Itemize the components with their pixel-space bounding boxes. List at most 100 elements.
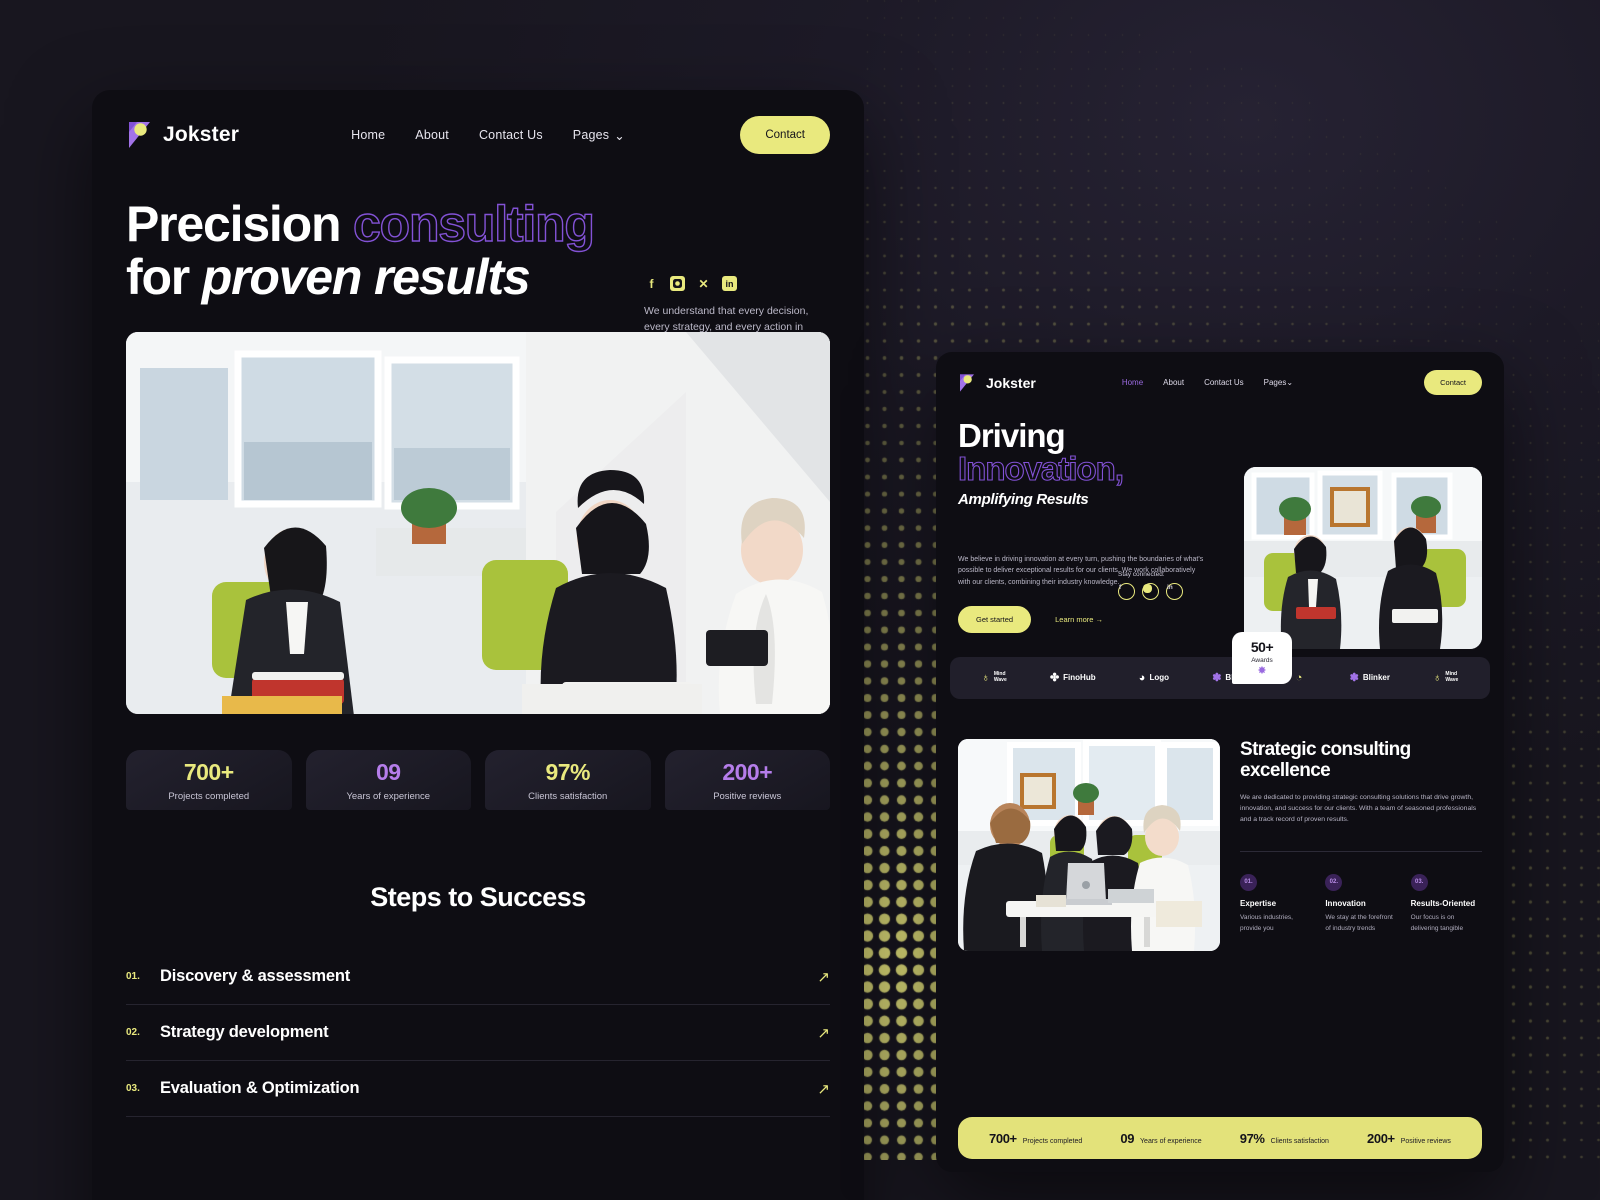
stat-label: Projects completed [1022,1137,1083,1145]
logo-line2: Wave [1445,676,1459,683]
swirl-icon: ✽ [1349,672,1359,685]
right-hero: Driving Innovation, Amplifying Results W… [936,395,1504,649]
instagram-icon[interactable] [670,276,685,291]
features-row: 01. Expertise Various industries, provid… [1240,870,1482,934]
step-label: Evaluation & Optimization [160,1079,360,1097]
facebook-icon[interactable]: f [644,276,659,291]
nav-label: Contact Us [1204,378,1244,387]
stat-label: Years of experience [1140,1137,1202,1145]
arrow-up-right-icon[interactable]: ↗ [817,1080,830,1098]
hero-photo-two-women-office [1244,467,1482,649]
stats-row: 700+ Projects completed 09 Years of expe… [92,714,864,810]
left-navbar: Jokster Home About Contact Us Pages ⌄ Con… [92,90,864,154]
logo-finohub: ✤ FinoHub [1050,671,1096,684]
social-links: f ✕ in [644,276,830,291]
nav-label: Contact Us [478,128,543,142]
nav-item-about[interactable]: About [1163,378,1184,387]
steps-list: 01. Discovery & assessment ↗ 02. Strateg… [126,949,830,1117]
stat-value: 09 [1120,1130,1135,1146]
swirl-icon: ✽ [1212,672,1222,685]
logo-icon-only: ◔ [1296,672,1307,684]
awards-value: 50+ [1250,639,1274,655]
logo-blinker-2: ✽ Blinker [1350,671,1390,684]
linkedin-icon[interactable]: in [722,276,737,291]
title-part: Driving [958,417,1066,454]
nav-item-contact-us[interactable]: Contact Us [1204,378,1244,387]
section-photo-team-meeting [958,738,1220,951]
nav-item-home[interactable]: Home [1122,378,1143,387]
step-label: Strategy development [160,1023,329,1041]
stat-value: 97% [545,758,591,785]
stay-connected: Stay connected: f in [1118,571,1208,605]
brand-logo[interactable]: Jokster [958,373,1036,393]
hero-subtitle: Amplifying Results [958,491,1089,508]
list-item[interactable]: 03. Evaluation & Optimization ↗ [126,1061,830,1117]
flower-star-icon: ✸ [1257,665,1267,677]
nav-item-pages[interactable]: Pages⌄ [573,128,625,143]
brand-logo[interactable]: Jokster [126,120,239,150]
stat-value: 700+ [989,1130,1017,1146]
nav-item-about[interactable]: About [415,128,449,143]
feature-title: Expertise [1240,898,1277,908]
desktop-mockup-right: Jokster Home About Contact Us Pages⌄ Con… [936,352,1504,1172]
title-part-outlined: consulting [352,196,595,252]
yellow-stats-bar: 700+ Projects completed 09 Years of expe… [958,1117,1482,1159]
feature-title: Innovation [1325,898,1366,908]
step-number: 01. [126,971,140,982]
feature-number: 02. [1325,873,1343,891]
globe-icon: ♁ [981,671,990,684]
nav-label: About [415,128,449,142]
step-number: 02. [126,1027,140,1038]
logo-label: Blinker [1362,673,1390,683]
page-title: Driving Innovation, [957,417,1210,487]
feature-number: 03. [1410,873,1428,891]
jokster-logo-icon [126,120,153,150]
compass-icon: ✤ [1049,672,1060,685]
step-label: Discovery & assessment [160,967,351,985]
feature-item-innovation: 02. Innovation We stay at the forefront … [1325,870,1396,934]
section-paragraph: We are dedicated to providing strategic … [1240,793,1477,823]
list-item[interactable]: 01. Discovery & assessment ↗ [126,949,830,1005]
hero-photo-three-women-meeting [126,332,830,714]
logo-label: Logo [1149,673,1169,683]
strategic-consulting-copy: Strategic consulting excellence We are d… [1240,739,1482,951]
stat-value: 200+ [1367,1130,1395,1146]
facebook-icon[interactable]: f [1118,583,1135,600]
stat-item: 09 Years of experience [1120,1131,1201,1146]
nav-item-pages[interactable]: Pages⌄ [1264,378,1293,387]
contact-button[interactable]: Contact [740,116,830,154]
learn-more-link[interactable]: Learn more → [1055,615,1103,624]
title-part-outlined: Innovation, [957,450,1124,487]
feature-item-results-oriented: 03. Results-Oriented Our focus is on del… [1410,870,1482,934]
logo-mind-wave-2: ♁ Mind Wave [1433,672,1458,684]
stat-item: 97% Clients satisfaction [1240,1131,1329,1146]
nav-item-home[interactable]: Home [351,128,385,143]
stat-value: 200+ [722,758,773,785]
steps-section-title: Steps to Success [370,882,586,912]
awards-label: Awards [1251,657,1273,664]
nav-item-contact-us[interactable]: Contact Us [479,128,543,143]
list-item[interactable]: 02. Strategy development ↗ [126,1005,830,1061]
feature-description: Our focus is on delivering tangible [1410,914,1464,932]
stat-label: Projects completed [168,790,250,802]
stat-label: Clients satisfaction [528,790,608,802]
title-part: for [126,249,202,305]
strategic-consulting-section: Strategic consulting excellence We are d… [936,699,1504,951]
nav-label: Home [1121,378,1144,387]
screenshot-stage: Jokster Home About Contact Us Pages ⌄ Con… [0,0,1600,1200]
social-links: f in [1118,583,1208,605]
contact-button[interactable]: Contact [1424,370,1482,395]
left-nav-links: Home About Contact Us Pages ⌄ [351,128,625,143]
x-twitter-icon[interactable]: ✕ [696,276,711,291]
brand-name: Jokster [163,123,240,146]
get-started-button[interactable]: Get started [958,605,1032,633]
arrow-up-right-icon[interactable]: ↗ [817,968,830,986]
right-navbar: Jokster Home About Contact Us Pages⌄ Con… [936,352,1504,395]
hero-actions: Get started Learn more → [958,605,1210,633]
linkedin-icon[interactable]: in [1166,583,1183,600]
desktop-mockup-left: Jokster Home About Contact Us Pages ⌄ Con… [92,90,864,1200]
right-nav-links: Home About Contact Us Pages⌄ [1122,378,1293,387]
logo-generic: ◕ Logo [1139,672,1169,684]
instagram-icon[interactable] [1142,583,1159,600]
arrow-up-right-icon[interactable]: ↗ [817,1024,830,1042]
